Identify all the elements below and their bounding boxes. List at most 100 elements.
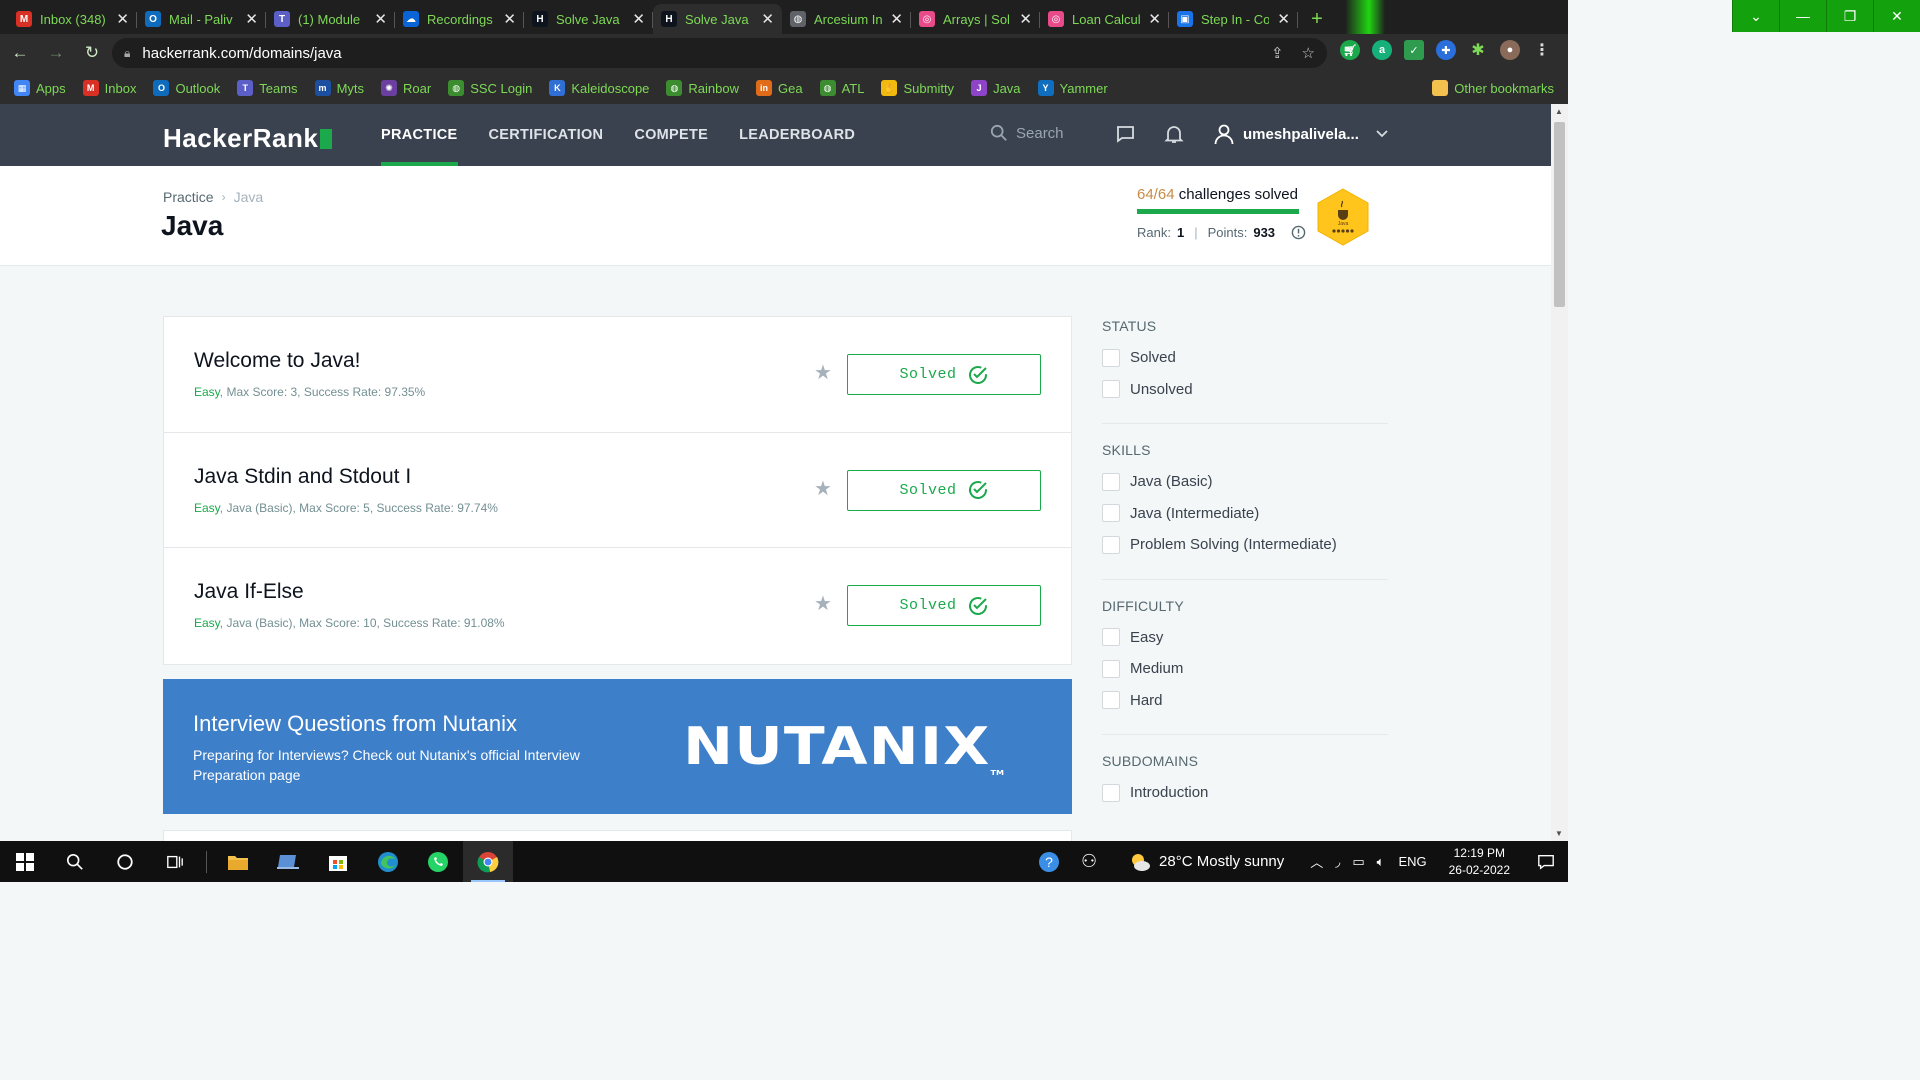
checkbox[interactable]: [1102, 691, 1120, 710]
bookmark-item[interactable]: in Gea: [756, 80, 803, 96]
breadcrumb-practice[interactable]: Practice: [163, 189, 214, 205]
tab-close-icon[interactable]: ✕: [1019, 10, 1032, 28]
browser-tab[interactable]: ☁ Recordings ✕: [395, 4, 524, 34]
filter-option[interactable]: Introduction: [1102, 777, 1388, 809]
scroll-up-icon[interactable]: ▲: [1555, 107, 1563, 116]
filter-option[interactable]: Medium: [1102, 653, 1388, 685]
checkbox[interactable]: [1102, 472, 1120, 491]
chrome-icon[interactable]: [463, 841, 513, 882]
challenge-name[interactable]: Java Stdin and Stdout I: [194, 465, 411, 489]
nav-compete[interactable]: COMPETE: [634, 104, 708, 166]
page-scrollbar[interactable]: ▲ ▼: [1551, 104, 1568, 841]
back-arrow-icon[interactable]: ←: [4, 37, 36, 69]
filter-option[interactable]: Java (Intermediate): [1102, 498, 1388, 530]
challenge-name[interactable]: Welcome to Java!: [194, 349, 361, 373]
tab-close-icon[interactable]: ✕: [503, 10, 516, 28]
restore-icon[interactable]: ❐: [1826, 0, 1873, 32]
system-clock[interactable]: 12:19 PM 26-02-2022: [1449, 845, 1510, 879]
checkbox[interactable]: [1102, 348, 1120, 367]
weather-widget[interactable]: 28°C Mostly sunny: [1129, 852, 1284, 872]
bookmark-item[interactable]: ◍ Rainbow: [666, 80, 739, 96]
task-view-icon[interactable]: [150, 841, 200, 882]
checkbox[interactable]: [1102, 659, 1120, 678]
tab-close-icon[interactable]: ✕: [890, 10, 903, 28]
solved-button[interactable]: Solved: [847, 354, 1041, 395]
browser-tab[interactable]: ▣ Step In - Co ✕: [1169, 4, 1298, 34]
browser-tab[interactable]: H Solve Java | ✕: [653, 4, 782, 34]
nav-leaderboard[interactable]: LEADERBOARD: [739, 104, 855, 166]
scroll-down-icon[interactable]: ▼: [1555, 829, 1563, 838]
solved-button[interactable]: Solved: [847, 469, 1041, 511]
laptop-app-icon[interactable]: [263, 841, 313, 882]
filter-option[interactable]: Solved: [1102, 342, 1388, 374]
filter-option[interactable]: Hard: [1102, 685, 1388, 717]
network-icon[interactable]: ◞: [1335, 854, 1340, 870]
whatsapp-icon[interactable]: [413, 841, 463, 882]
browser-tab[interactable]: O Mail - Paliv ✕: [137, 4, 266, 34]
volume-icon[interactable]: 🔈︎: [1377, 854, 1385, 870]
bookmark-star-icon[interactable]: ☆: [1302, 44, 1315, 62]
tab-close-icon[interactable]: ✕: [632, 10, 645, 28]
challenge-card[interactable]: Java Stdin and Stdout I Easy, Java (Basic…: [164, 433, 1071, 548]
tray-chevron-icon[interactable]: ︿: [1310, 852, 1323, 871]
checkbox[interactable]: [1102, 535, 1120, 554]
challenge-card[interactable]: Welcome to Java! Easy, Max Score: 3, Succ…: [164, 317, 1071, 433]
tab-close-icon[interactable]: ✕: [761, 10, 774, 28]
user-menu[interactable]: umeshpalivela...: [1213, 123, 1389, 145]
java-badge-icon[interactable]: Java: [1316, 188, 1370, 246]
forward-arrow-icon[interactable]: →: [40, 37, 72, 69]
bookmark-item[interactable]: K Kaleidoscope: [549, 80, 649, 96]
info-icon[interactable]: [1291, 225, 1306, 240]
shield-icon[interactable]: ✓: [1404, 40, 1424, 60]
browser-tab[interactable]: T (1) Module ✕: [266, 4, 395, 34]
checkbox[interactable]: [1102, 628, 1120, 647]
tab-close-icon[interactable]: ✕: [1148, 10, 1161, 28]
checkbox[interactable]: [1102, 783, 1120, 802]
windows-start-icon[interactable]: [0, 841, 50, 882]
url-bar[interactable]: 🔒︎ hackerrank.com/domains/java ⇪ ☆: [112, 38, 1327, 68]
close-window-icon[interactable]: ✕: [1873, 0, 1920, 32]
challenge-card[interactable]: Java If-Else Easy, Java (Basic), Max Scor…: [164, 548, 1071, 664]
star-icon[interactable]: ★: [814, 360, 832, 385]
browser-tab[interactable]: H Solve Java | ✕: [524, 4, 653, 34]
messages-icon[interactable]: [1113, 122, 1137, 146]
checkbox[interactable]: [1102, 504, 1120, 523]
bookmark-item[interactable]: Y Yammer: [1037, 80, 1108, 96]
scroll-thumb[interactable]: [1554, 122, 1565, 307]
browser-tab[interactable]: ◎ Arrays | Sol ✕: [911, 4, 1040, 34]
grammarly-icon[interactable]: a: [1372, 40, 1392, 60]
bookmark-item[interactable]: ◍ SSC Login: [448, 80, 532, 96]
bookmark-item[interactable]: ▦ Apps: [14, 80, 66, 96]
tab-close-icon[interactable]: ✕: [245, 10, 258, 28]
tab-close-icon[interactable]: ✕: [374, 10, 387, 28]
cart-extension-icon[interactable]: 🛒︎: [1340, 40, 1360, 60]
challenge-name[interactable]: Java If-Else: [194, 580, 304, 604]
notification-center-icon[interactable]: [1524, 841, 1568, 882]
browser-tab[interactable]: ◍ Arcesium In ✕: [782, 4, 911, 34]
cortana-icon[interactable]: [100, 841, 150, 882]
bookmark-item[interactable]: m Myts: [314, 80, 364, 96]
language-indicator[interactable]: ENG: [1398, 854, 1426, 869]
browser-tab[interactable]: M Inbox (348) ✕: [8, 4, 137, 34]
puzzle-extensions-icon[interactable]: ✱: [1468, 40, 1488, 60]
other-bookmarks[interactable]: Other bookmarks: [1432, 80, 1554, 96]
browser-menu-icon[interactable]: ⋮: [1532, 40, 1552, 60]
bookmark-item[interactable]: J Java: [971, 80, 1021, 96]
solved-button[interactable]: Solved: [847, 585, 1041, 626]
browser-tab[interactable]: ◎ Loan Calcul ✕: [1040, 4, 1169, 34]
taskbar-search-icon[interactable]: [50, 841, 100, 882]
filter-option[interactable]: Easy: [1102, 622, 1388, 654]
new-tab-button[interactable]: +: [1302, 4, 1332, 34]
profile-avatar-icon[interactable]: ●: [1500, 40, 1520, 60]
checkbox[interactable]: [1102, 380, 1120, 399]
notifications-bell-icon[interactable]: [1162, 122, 1186, 146]
tab-close-icon[interactable]: ✕: [1277, 10, 1290, 28]
filter-option[interactable]: Unsolved: [1102, 374, 1388, 406]
bookmark-item[interactable]: M Inbox: [82, 80, 136, 96]
star-icon[interactable]: ★: [814, 591, 832, 616]
filter-option[interactable]: Java (Basic): [1102, 466, 1388, 498]
bookmark-item[interactable]: ✋ Submitty: [881, 80, 954, 96]
bookmark-item[interactable]: ✺ Roar: [381, 80, 431, 96]
bookmark-item[interactable]: T Teams: [237, 80, 298, 96]
microsoft-store-icon[interactable]: [313, 841, 363, 882]
